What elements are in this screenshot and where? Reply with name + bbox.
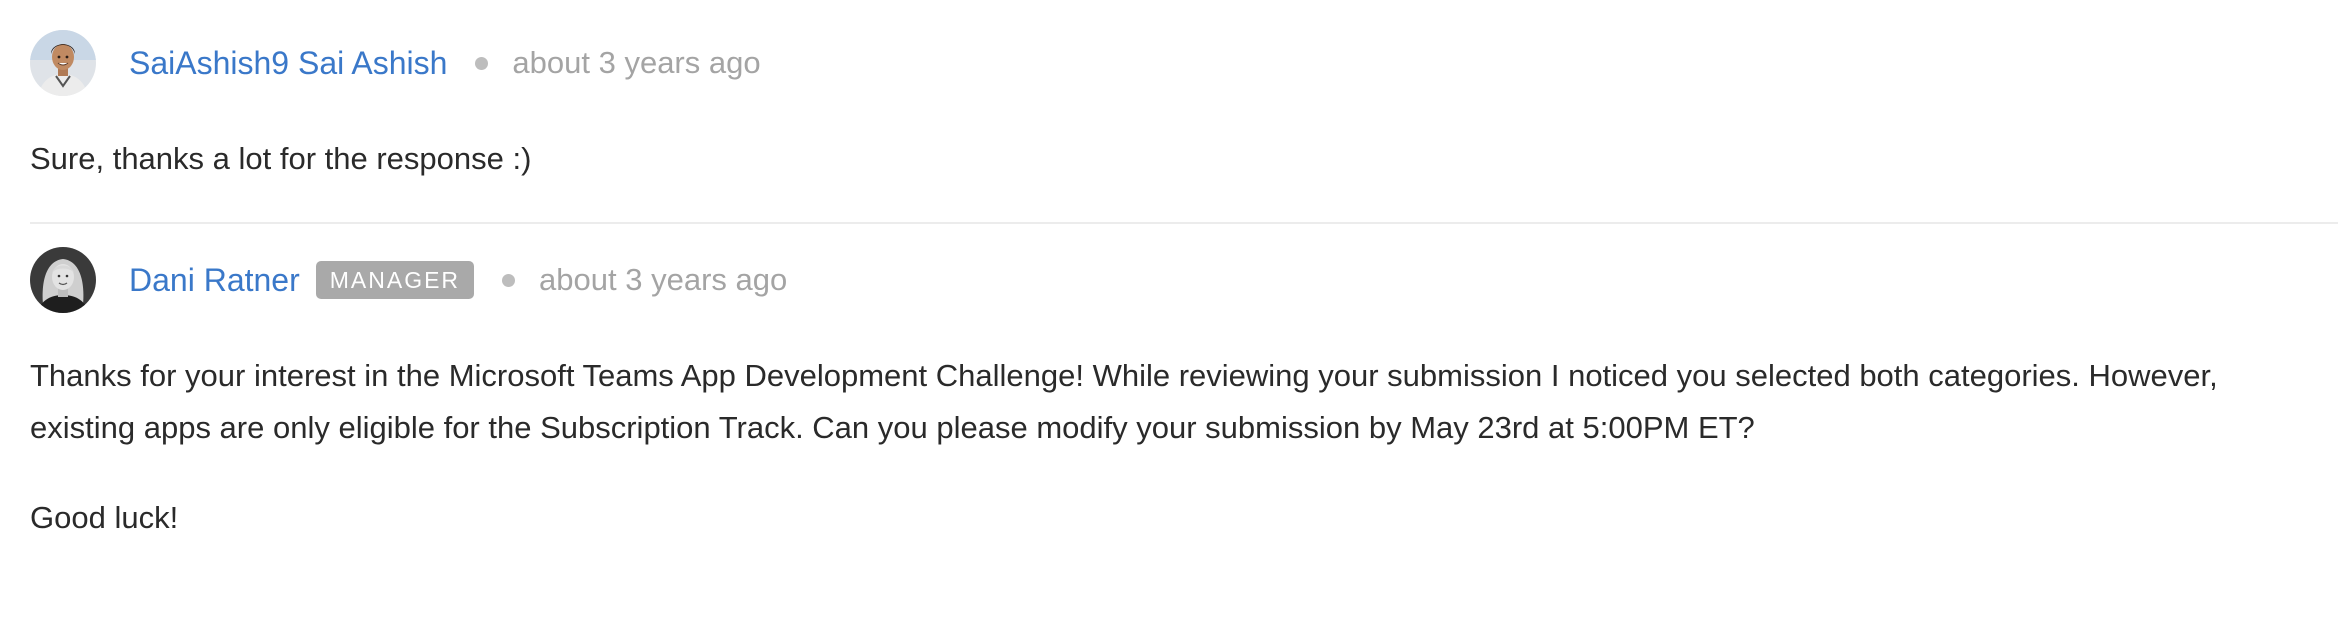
comment-body: Sure, thanks a lot for the response :) [30,141,532,176]
separator-dot [475,56,489,70]
comment-header: Dani Ratner MANAGER about 3 years ago [30,247,2338,313]
comment-thread: SaiAshish9 Sai Ashish about 3 years ago … [0,0,2338,622]
comment-body-line: Thanks for your interest in the Microsof… [30,358,2218,393]
user-avatar-icon[interactable] [30,247,96,313]
author-link[interactable]: Dani Ratner [129,262,300,299]
comment: SaiAshish9 Sai Ashish about 3 years ago … [30,30,2338,176]
manager-badge: MANAGER [315,260,475,300]
author-link[interactable]: SaiAshish9 Sai Ashish [129,45,447,82]
comment-divider [30,222,2338,224]
comment-timestamp[interactable]: about 3 years ago [512,45,760,81]
comment-body-line: existing apps are only eligible for the … [30,410,1755,445]
comment: Dani Ratner MANAGER about 3 years ago Th… [30,247,2338,535]
comment-header: SaiAshish9 Sai Ashish about 3 years ago [30,30,2338,96]
separator-dot [502,273,516,287]
comment-body-paragraph: Good luck! [30,500,179,535]
comment-timestamp[interactable]: about 3 years ago [539,262,787,298]
user-avatar-icon[interactable] [30,30,96,96]
